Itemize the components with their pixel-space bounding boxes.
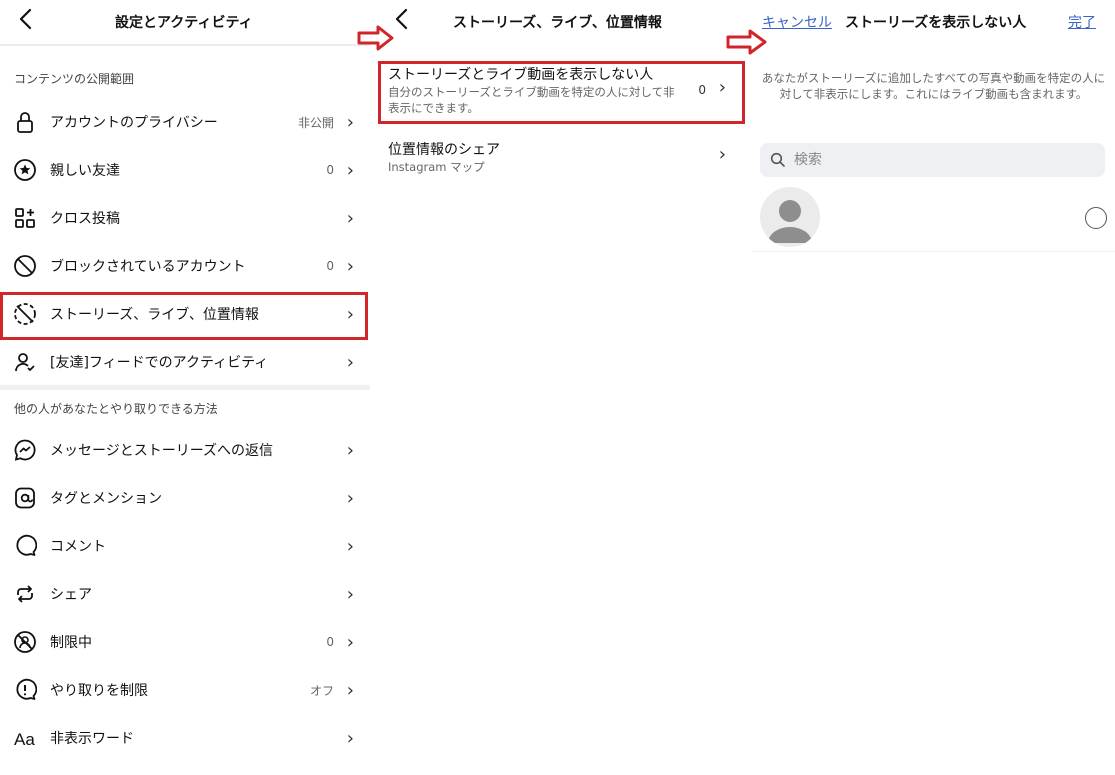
hide-story-from-panel: キャンセル ストーリーズを表示しない人 完了 あなたがストーリーズに追加したすべ…	[752, 0, 1115, 775]
chevron-right-icon: ›	[346, 631, 354, 653]
done-button[interactable]: 完了	[1068, 12, 1096, 32]
row-comments[interactable]: コメント ›	[0, 522, 370, 570]
text-aa-icon: Aa	[12, 725, 38, 751]
chevron-right-icon: ›	[346, 535, 354, 557]
row-friends-feed-activity[interactable]: [友達]フィードでのアクティビティ ›	[0, 338, 370, 386]
chevron-right-icon: ›	[346, 679, 354, 701]
list-item[interactable]	[752, 187, 1115, 252]
comment-icon	[12, 533, 38, 559]
stories-panel: ストーリーズ、ライブ、位置情報 ストーリーズとライブ動画を表示しない人 自分のス…	[378, 0, 746, 775]
row-close-friends[interactable]: 親しい友達 0 ›	[0, 146, 370, 194]
row-limit-interactions[interactable]: やり取りを制限 オフ ›	[0, 666, 370, 714]
hide-header: キャンセル ストーリーズを表示しない人 完了	[752, 0, 1115, 44]
star-circle-icon	[12, 157, 38, 183]
settings-panel: 設定とアクティビティ コンテンツの公開範囲 アカウントのプライバシー 非公開 ›…	[0, 0, 370, 775]
settings-header: 設定とアクティビティ	[0, 0, 370, 44]
lock-icon	[12, 109, 38, 135]
select-radio[interactable]	[1085, 207, 1107, 229]
at-icon	[12, 485, 38, 511]
restrict-icon	[12, 629, 38, 655]
search-bar[interactable]	[760, 143, 1105, 177]
chevron-right-icon: ›	[346, 351, 354, 373]
chevron-right-icon: ›	[346, 727, 354, 749]
chevron-right-icon: ›	[346, 207, 354, 229]
arrow-right-icon	[726, 29, 767, 55]
row-blocked-accounts[interactable]: ブロックされているアカウント 0 ›	[0, 242, 370, 290]
search-input[interactable]	[792, 151, 1096, 169]
row-account-privacy[interactable]: アカウントのプライバシー 非公開 ›	[0, 98, 370, 146]
row-messages-replies[interactable]: メッセージとストーリーズへの返信 ›	[0, 426, 370, 474]
person-check-icon	[12, 349, 38, 375]
chevron-right-icon: ›	[346, 159, 354, 181]
highlight-box	[0, 292, 368, 340]
block-icon	[12, 253, 38, 279]
avatar	[760, 187, 820, 247]
chevron-right-icon: ›	[346, 439, 354, 461]
chevron-left-icon	[395, 8, 408, 30]
section-header-interactions: 他の人があなたとやり取りできる方法	[14, 402, 218, 416]
share-icon	[12, 581, 38, 607]
limit-icon	[12, 677, 38, 703]
row-location-sharing[interactable]: 位置情報のシェア Instagram マップ ›	[378, 139, 746, 183]
chevron-right-icon: ›	[346, 111, 354, 133]
chevron-right-icon: ›	[346, 255, 354, 277]
page-title: ストーリーズ、ライブ、位置情報	[453, 15, 662, 31]
svg-text:Aa: Aa	[14, 730, 35, 749]
back-button[interactable]	[394, 8, 408, 34]
chevron-right-icon: ›	[346, 583, 354, 605]
search-icon	[770, 152, 785, 167]
page-title: ストーリーズを表示しない人	[845, 15, 1027, 31]
grid-plus-icon	[12, 205, 38, 231]
back-button[interactable]	[18, 8, 32, 34]
cancel-button[interactable]: キャンセル	[762, 12, 832, 32]
chevron-right-icon: ›	[718, 144, 726, 165]
chevron-left-icon	[19, 8, 32, 30]
description: あなたがストーリーズに追加したすべての写真や動画を特定の人に対して非表示にします…	[761, 71, 1106, 101]
chevron-right-icon: ›	[346, 487, 354, 509]
row-sharing[interactable]: シェア ›	[0, 570, 370, 618]
messenger-icon	[12, 437, 38, 463]
row-tags-mentions[interactable]: タグとメンション ›	[0, 474, 370, 522]
arrow-right-icon	[357, 25, 394, 51]
row-cross-posting[interactable]: クロス投稿 ›	[0, 194, 370, 242]
row-hidden-words[interactable]: Aa 非表示ワード ›	[0, 714, 370, 762]
page-title: 設定とアクティビティ	[115, 15, 253, 31]
row-restricted[interactable]: 制限中 0 ›	[0, 618, 370, 666]
highlight-box	[378, 61, 745, 124]
stories-header: ストーリーズ、ライブ、位置情報	[378, 0, 746, 44]
